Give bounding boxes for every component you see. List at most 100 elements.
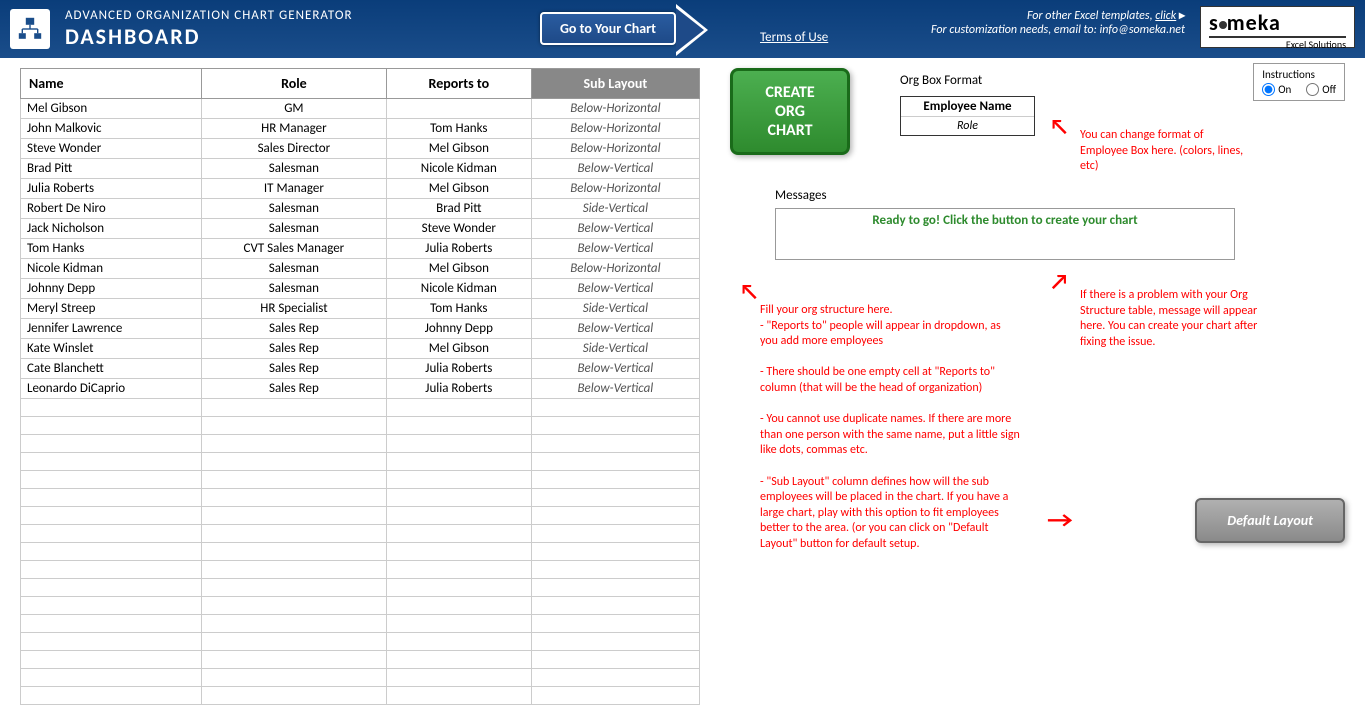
cell-sub-layout[interactable]: Below-Horizontal	[531, 259, 699, 279]
cell-sub-layout[interactable]: Below-Vertical	[531, 319, 699, 339]
table-row-empty[interactable]	[21, 669, 700, 687]
cell-reports-to[interactable]: Tom Hanks	[386, 299, 531, 319]
table-row[interactable]: Nicole KidmanSalesmanMel GibsonBelow-Hor…	[21, 259, 700, 279]
table-row-empty[interactable]	[21, 561, 700, 579]
cell-reports-to[interactable]: Mel Gibson	[386, 259, 531, 279]
table-row[interactable]: Meryl StreepHR SpecialistTom HanksSide-V…	[21, 299, 700, 319]
cell-reports-to[interactable]: Mel Gibson	[386, 139, 531, 159]
header-templates-link[interactable]: click	[1155, 9, 1176, 23]
cell-name[interactable]: Tom Hanks	[21, 239, 202, 259]
cell-name[interactable]: Meryl Streep	[21, 299, 202, 319]
cell-name[interactable]: Steve Wonder	[21, 139, 202, 159]
cell-role[interactable]: Salesman	[201, 259, 386, 279]
instructions-on-radio[interactable]: On	[1262, 83, 1291, 96]
terms-link[interactable]: Terms of Use	[760, 30, 828, 45]
table-row-empty[interactable]	[21, 687, 700, 705]
cell-role[interactable]: IT Manager	[201, 179, 386, 199]
cell-sub-layout[interactable]: Below-Horizontal	[531, 179, 699, 199]
cell-role[interactable]: Salesman	[201, 199, 386, 219]
table-row[interactable]: Jack NicholsonSalesmanSteve WonderBelow-…	[21, 219, 700, 239]
cell-sub-layout[interactable]: Below-Horizontal	[531, 139, 699, 159]
cell-sub-layout[interactable]: Below-Horizontal	[531, 99, 699, 119]
table-row[interactable]: Brad PittSalesmanNicole KidmanBelow-Vert…	[21, 159, 700, 179]
table-row[interactable]: John MalkovicHR ManagerTom HanksBelow-Ho…	[21, 119, 700, 139]
cell-role[interactable]: Salesman	[201, 279, 386, 299]
cell-role[interactable]: Sales Rep	[201, 319, 386, 339]
table-row[interactable]: Leonardo DiCaprioSales RepJulia RobertsB…	[21, 379, 700, 399]
table-row-empty[interactable]	[21, 543, 700, 561]
table-row[interactable]: Cate BlanchettSales RepJulia RobertsBelo…	[21, 359, 700, 379]
instructions-off-radio[interactable]: Off	[1306, 83, 1336, 96]
cell-name[interactable]: Nicole Kidman	[21, 259, 202, 279]
table-row[interactable]: Jennifer LawrenceSales RepJohnny DeppBel…	[21, 319, 700, 339]
default-layout-button[interactable]: Default Layout	[1195, 498, 1345, 543]
cell-reports-to[interactable]: Nicole Kidman	[386, 279, 531, 299]
cell-reports-to[interactable]: Nicole Kidman	[386, 159, 531, 179]
cell-sub-layout[interactable]: Side-Vertical	[531, 339, 699, 359]
cell-role[interactable]: Sales Rep	[201, 359, 386, 379]
cell-name[interactable]: Johnny Depp	[21, 279, 202, 299]
table-row-empty[interactable]	[21, 651, 700, 669]
cell-reports-to[interactable]: Mel Gibson	[386, 339, 531, 359]
table-row[interactable]: Mel GibsonGM Below-Horizontal	[21, 99, 700, 119]
cell-name[interactable]: Cate Blanchett	[21, 359, 202, 379]
cell-name[interactable]: Brad Pitt	[21, 159, 202, 179]
cell-role[interactable]: Salesman	[201, 219, 386, 239]
cell-role[interactable]: Sales Rep	[201, 379, 386, 399]
table-row-empty[interactable]	[21, 417, 700, 435]
cell-reports-to[interactable]: Mel Gibson	[386, 179, 531, 199]
cell-sub-layout[interactable]: Below-Vertical	[531, 279, 699, 299]
table-row-empty[interactable]	[21, 507, 700, 525]
table-row-empty[interactable]	[21, 399, 700, 417]
cell-sub-layout[interactable]: Below-Vertical	[531, 379, 699, 399]
cell-role[interactable]: Sales Rep	[201, 339, 386, 359]
cell-role[interactable]: Sales Director	[201, 139, 386, 159]
cell-name[interactable]: Kate Winslet	[21, 339, 202, 359]
cell-role[interactable]: HR Manager	[201, 119, 386, 139]
cell-name[interactable]: Julia Roberts	[21, 179, 202, 199]
cell-name[interactable]: Jack Nicholson	[21, 219, 202, 239]
table-row-empty[interactable]	[21, 525, 700, 543]
table-row[interactable]: Tom HanksCVT Sales ManagerJulia RobertsB…	[21, 239, 700, 259]
org-structure-table[interactable]: Name Role Reports to Sub Layout Mel Gibs…	[20, 68, 700, 705]
cell-reports-to[interactable]: Brad Pitt	[386, 199, 531, 219]
table-row[interactable]: Steve WonderSales DirectorMel GibsonBelo…	[21, 139, 700, 159]
cell-role[interactable]: CVT Sales Manager	[201, 239, 386, 259]
cell-name[interactable]: Jennifer Lawrence	[21, 319, 202, 339]
cell-name[interactable]: Leonardo DiCaprio	[21, 379, 202, 399]
cell-sub-layout[interactable]: Below-Vertical	[531, 219, 699, 239]
table-row-empty[interactable]	[21, 453, 700, 471]
table-row-empty[interactable]	[21, 471, 700, 489]
cell-reports-to[interactable]: Julia Roberts	[386, 239, 531, 259]
cell-reports-to[interactable]: Julia Roberts	[386, 359, 531, 379]
cell-sub-layout[interactable]: Below-Vertical	[531, 239, 699, 259]
cell-reports-to[interactable]: Julia Roberts	[386, 379, 531, 399]
cell-reports-to[interactable]	[386, 99, 531, 119]
goto-chart-button[interactable]: Go to Your Chart	[540, 12, 676, 45]
cell-sub-layout[interactable]: Below-Vertical	[531, 159, 699, 179]
table-row-empty[interactable]	[21, 615, 700, 633]
cell-role[interactable]: Salesman	[201, 159, 386, 179]
table-row[interactable]: Robert De NiroSalesmanBrad PittSide-Vert…	[21, 199, 700, 219]
cell-role[interactable]: HR Specialist	[201, 299, 386, 319]
table-row[interactable]: Kate WinsletSales RepMel GibsonSide-Vert…	[21, 339, 700, 359]
orgbox-format-sample[interactable]: Employee Name Role	[900, 96, 1035, 136]
table-row-empty[interactable]	[21, 633, 700, 651]
table-row-empty[interactable]	[21, 597, 700, 615]
table-row[interactable]: Julia RobertsIT ManagerMel GibsonBelow-H…	[21, 179, 700, 199]
cell-sub-layout[interactable]: Side-Vertical	[531, 299, 699, 319]
cell-name[interactable]: Mel Gibson	[21, 99, 202, 119]
table-row-empty[interactable]	[21, 579, 700, 597]
cell-role[interactable]: GM	[201, 99, 386, 119]
cell-sub-layout[interactable]: Below-Horizontal	[531, 119, 699, 139]
cell-reports-to[interactable]: Tom Hanks	[386, 119, 531, 139]
table-row-empty[interactable]	[21, 489, 700, 507]
table-row-empty[interactable]	[21, 435, 700, 453]
cell-name[interactable]: John Malkovic	[21, 119, 202, 139]
cell-sub-layout[interactable]: Below-Vertical	[531, 359, 699, 379]
cell-sub-layout[interactable]: Side-Vertical	[531, 199, 699, 219]
cell-name[interactable]: Robert De Niro	[21, 199, 202, 219]
create-org-chart-button[interactable]: CREATE ORG CHART	[730, 68, 850, 155]
cell-reports-to[interactable]: Johnny Depp	[386, 319, 531, 339]
table-row[interactable]: Johnny DeppSalesmanNicole KidmanBelow-Ve…	[21, 279, 700, 299]
